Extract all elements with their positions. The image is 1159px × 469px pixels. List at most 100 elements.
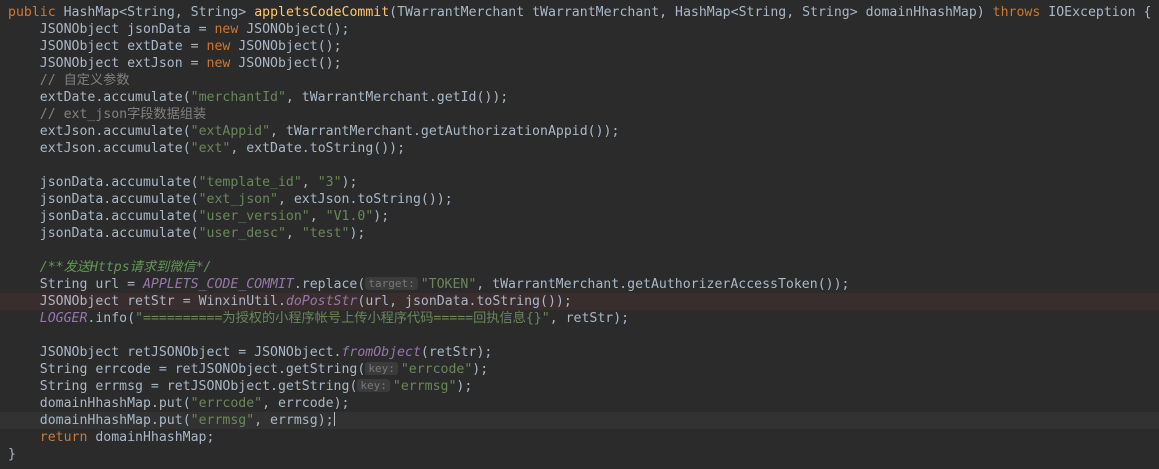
code-token: APPLETS_CODE_COMMIT [142, 277, 294, 292]
code-token: jsonData. [8, 226, 112, 241]
code-token: ()); [817, 277, 850, 292]
code-token: getAuthorizationAppid [420, 124, 588, 139]
code-token: info [95, 311, 128, 326]
code-token: new [206, 56, 231, 71]
code-line[interactable]: jsonData.accumulate("user_desc", "test")… [0, 225, 1159, 242]
code-token: ( [127, 311, 136, 326]
code-line[interactable]: jsonData.accumulate("ext_json", extJson.… [0, 191, 1159, 208]
code-token: ()); [587, 124, 620, 139]
code-line[interactable]: // 自定义参数 [0, 72, 1159, 89]
code-line[interactable]: domainHhashMap.put("errmsg", errmsg); [0, 412, 1159, 429]
code-token: , [174, 5, 191, 20]
code-line[interactable]: JSONObject retStr = WinxinUtil.doPostStr… [0, 293, 1159, 310]
code-token: (); [317, 39, 342, 54]
code-token: /**发送Https请求到微信*/ [39, 260, 212, 275]
code-token: (); [317, 56, 342, 71]
code-line[interactable]: JSONObject extDate = new JSONObject(); [0, 38, 1159, 55]
code-token: ()); [476, 90, 509, 105]
code-token: jsonData. [8, 192, 112, 207]
text-caret [333, 412, 335, 426]
code-token: new [214, 22, 239, 37]
code-line[interactable]: JSONObject extJson = new JSONObject(); [0, 55, 1159, 72]
code-token: , tWarrantMerchant. [476, 277, 628, 292]
code-token: "3" [317, 175, 342, 190]
code-line[interactable]: jsonData.accumulate("template_id", "3"); [0, 174, 1159, 191]
code-token: extDate = [119, 39, 207, 54]
code-editor[interactable]: public HashMap<String, String> appletsCo… [0, 0, 1159, 469]
code-token: accumulate [111, 192, 191, 207]
code-token: String [127, 5, 175, 20]
code-token: JSONObject [246, 22, 326, 37]
code-line[interactable]: return domainHhashMap; [0, 429, 1159, 446]
code-token: ( [349, 379, 358, 394]
code-line[interactable]: public HashMap<String, String> appletsCo… [0, 4, 1159, 21]
code-token: fromObject [341, 345, 421, 360]
code-token: "errmsg" [190, 413, 255, 428]
code-line[interactable]: JSONObject retJSONObject = JSONObject.fr… [0, 344, 1159, 361]
code-token: getAuthorizerAccessToken [627, 277, 818, 292]
code-line[interactable]: // ext_json字段数据组装 [0, 106, 1159, 123]
code-token: replace [301, 277, 358, 292]
code-token: ( [182, 396, 191, 411]
code-token: , extJson. [277, 192, 358, 207]
code-line[interactable]: } [0, 446, 1159, 463]
code-token: errmsg = retJSONObject. [87, 379, 278, 394]
parameter-hint: target: [365, 277, 418, 290]
code-token: "user_desc" [198, 226, 286, 241]
code-line[interactable] [0, 242, 1159, 259]
code-token: "user_version" [198, 209, 310, 224]
code-token: retStr = WinxinUtil. [119, 294, 286, 309]
parameter-hint: key: [357, 379, 390, 392]
code-line[interactable]: extDate.accumulate("merchantId", tWarran… [0, 89, 1159, 106]
code-line[interactable]: jsonData.accumulate("user_version", "V1.… [0, 208, 1159, 225]
code-line[interactable]: extJson.accumulate("ext", extDate.toStri… [0, 140, 1159, 157]
code-token: "V1.0" [325, 209, 374, 224]
code-token: doPostStr [285, 294, 358, 309]
code-token: ); [349, 226, 366, 241]
code-token: String [802, 5, 850, 20]
code-token: "merchantId" [190, 90, 286, 105]
code-token: jsonData = [119, 22, 215, 37]
code-token: } [8, 447, 16, 462]
code-token: , errcode); [262, 396, 350, 411]
code-token: (url, jsonData. [357, 294, 477, 309]
code-token: "errcode" [400, 362, 473, 377]
code-token: String [738, 5, 787, 20]
code-line[interactable]: JSONObject jsonData = new JSONObject(); [0, 21, 1159, 38]
code-token: "ext" [190, 141, 231, 156]
code-line[interactable]: LOGGER.info("==========为授权的小程序帐号上传小程序代码=… [0, 310, 1159, 327]
code-token: JSONObject [39, 22, 120, 37]
code-line[interactable]: /**发送Https请求到微信*/ [0, 259, 1159, 276]
code-line[interactable] [0, 157, 1159, 174]
code-token: // ext_json字段数据组装 [39, 107, 207, 122]
code-line[interactable]: String errcode = retJSONObject.getString… [0, 361, 1159, 378]
code-token: tWarrantMerchant, [524, 5, 676, 20]
code-token: accumulate [103, 141, 183, 156]
code-token: jsonData. [8, 175, 112, 190]
code-token: "extAppid" [190, 124, 271, 139]
parameter-hint: key: [365, 362, 398, 375]
code-line[interactable] [0, 327, 1159, 344]
code-token: ( [389, 5, 398, 20]
code-token: new [206, 39, 231, 54]
code-token: ( [182, 413, 191, 428]
code-line[interactable]: String url = APPLETS_CODE_COMMIT.replace… [0, 276, 1159, 293]
code-token: put [158, 413, 183, 428]
code-token: ); [373, 209, 390, 224]
code-token: domainHhashMap; [87, 430, 215, 445]
code-token: ( [190, 226, 199, 241]
code-line[interactable]: String errmsg = retJSONObject.getString(… [0, 378, 1159, 395]
code-token: retJSONObject = JSONObject. [119, 345, 342, 360]
code-token: getString [277, 379, 350, 394]
code-line[interactable]: extJson.accumulate("extAppid", tWarrantM… [0, 123, 1159, 140]
code-line[interactable]: domainHhashMap.put("errcode", errcode); [0, 395, 1159, 412]
code-token: extDate. [8, 90, 104, 105]
code-token: return [39, 430, 88, 445]
